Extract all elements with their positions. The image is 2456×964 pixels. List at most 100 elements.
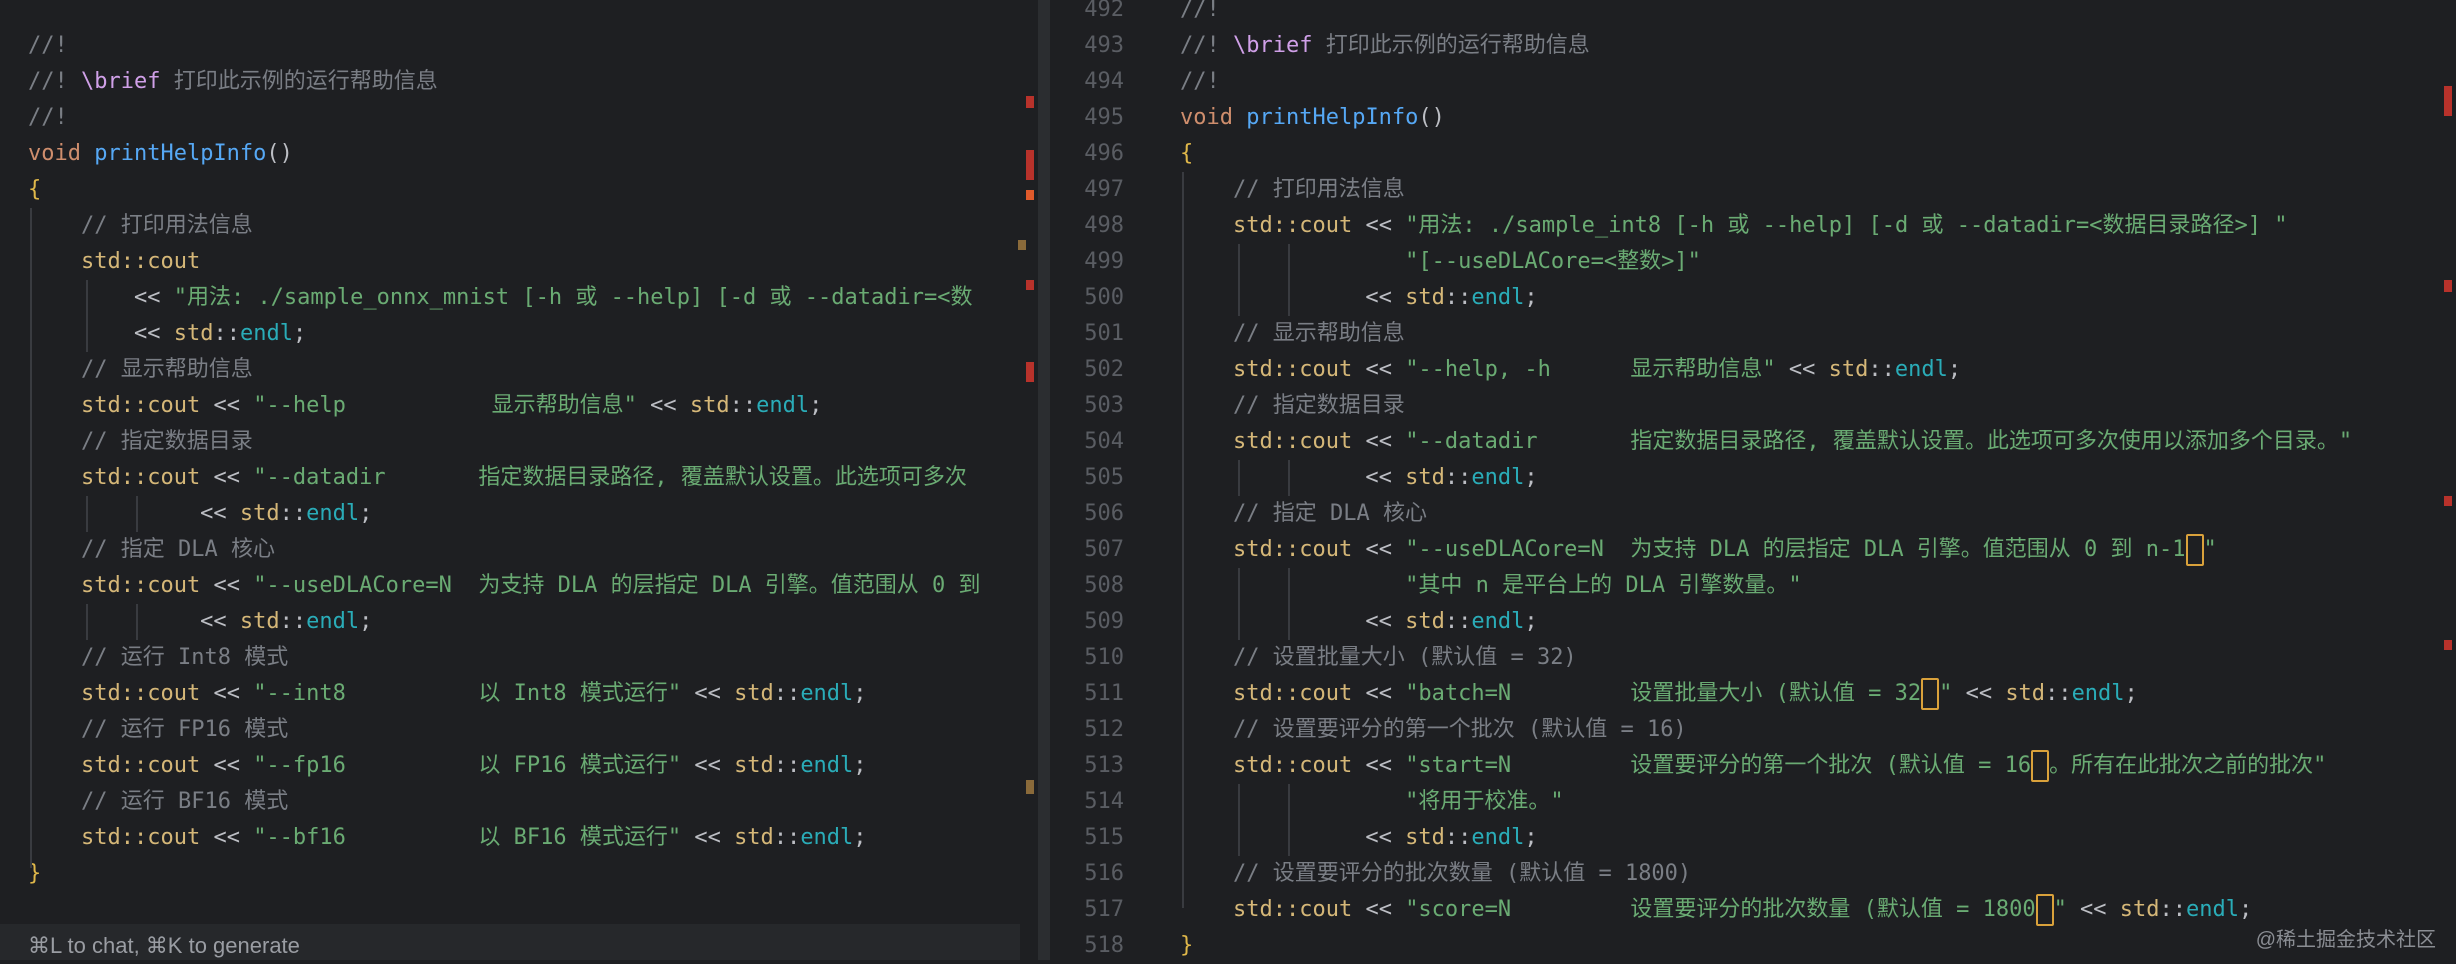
code-line[interactable]: 510 // 设置批量大小 (默认值 = 32) <box>1050 640 2456 676</box>
code-text: //! <box>1180 64 1220 100</box>
code-token: // 设置批量大小 (默认值 = 32) <box>1232 645 1577 670</box>
code-text: } <box>1180 928 1193 960</box>
code-line[interactable]: //! \brief 打印此示例的运行帮助信息 <box>0 64 1038 100</box>
code-text: std::cout << "--datadir 指定数据目录路径, 覆盖默认设置… <box>28 460 967 496</box>
code-token: std::cout <box>80 753 201 778</box>
scrollbar-marker <box>1026 96 1034 108</box>
code-token: :: <box>2159 897 2187 922</box>
code-line[interactable]: 513 std::cout << "start=N 设置要评分的第一个批次 (默… <box>1050 748 2456 784</box>
code-token: ; <box>809 393 823 418</box>
code-line[interactable]: // 运行 FP16 模式 <box>0 712 1038 748</box>
code-text: //! <box>28 28 68 64</box>
code-line[interactable]: std::cout << "--help 显示帮助信息" << std::end… <box>0 388 1038 424</box>
code-line[interactable]: // 指定 DLA 核心 <box>0 532 1038 568</box>
indent-guide <box>86 496 88 532</box>
code-line[interactable]: 499 "[--useDLACore=<整数>]" <box>1050 244 2456 280</box>
code-line[interactable]: 495 void printHelpInfo() <box>1050 100 2456 136</box>
code-line[interactable]: 500 << std::endl; <box>1050 280 2456 316</box>
pane-divider[interactable] <box>1038 0 1050 960</box>
code-token: std::cout <box>1232 429 1353 454</box>
code-text: // 指定 DLA 核心 <box>28 532 275 568</box>
code-line[interactable]: << std::endl; <box>0 604 1038 640</box>
indent-guide <box>1288 784 1290 856</box>
code-line[interactable]: 503 // 指定数据目录 <box>1050 388 2456 424</box>
code-token: :: <box>773 681 801 706</box>
code-text: << std::endl; <box>28 496 372 532</box>
code-line[interactable]: 512 // 设置要评分的第一个批次 (默认值 = 16) <box>1050 712 2456 748</box>
code-token: << <box>681 753 735 778</box>
code-token: << <box>1180 825 1406 850</box>
code-line[interactable]: { <box>0 172 1038 208</box>
scrollbar-marker <box>1026 280 1034 290</box>
code-token: std::cout <box>1232 357 1353 382</box>
code-line[interactable]: 508 "其中 n 是平台上的 DLA 引擎数量。" <box>1050 568 2456 604</box>
code-line[interactable]: 497 // 打印用法信息 <box>1050 172 2456 208</box>
code-line[interactable]: 507 std::cout << "--useDLACore=N 为支持 DLA… <box>1050 532 2456 568</box>
code-line[interactable]: void printHelpInfo() <box>0 136 1038 172</box>
code-text: << std::endl; <box>1180 460 1537 496</box>
code-line[interactable]: // 运行 Int8 模式 <box>0 640 1038 676</box>
code-line[interactable]: 517 std::cout << "score=N 设置要评分的批次数量 (默认… <box>1050 892 2456 928</box>
code-line[interactable]: 509 << std::endl; <box>1050 604 2456 640</box>
code-token: std::cout <box>1232 681 1353 706</box>
right-editor-pane[interactable]: 492//! 493//! \brief 打印此示例的运行帮助信息 494//! 49… <box>1050 0 2456 960</box>
code-token: ; <box>359 609 373 634</box>
code-line[interactable]: // 指定数据目录 <box>0 424 1038 460</box>
code-token: :: <box>1444 825 1472 850</box>
code-line[interactable]: 505 << std::endl; <box>1050 460 2456 496</box>
code-line[interactable]: 504 std::cout << "--datadir 指定数据目录路径, 覆盖… <box>1050 424 2456 460</box>
code-line[interactable]: std::cout << "--bf16 以 BF16 模式运行" << std… <box>0 820 1038 856</box>
left-editor-pane[interactable]: //!//! \brief 打印此示例的运行帮助信息//! void printH… <box>0 0 1038 960</box>
code-text: std::cout << "--useDLACore=N 为支持 DLA 的层指… <box>28 568 981 604</box>
scrollbar-track[interactable] <box>2442 0 2456 960</box>
code-line[interactable]: } <box>0 856 1038 892</box>
code-line[interactable]: std::cout << "--fp16 以 FP16 模式运行" << std… <box>0 748 1038 784</box>
scrollbar-marker <box>1026 190 1034 200</box>
code-token: << <box>2066 897 2120 922</box>
code-line[interactable]: 518} <box>1050 928 2456 960</box>
code-token: "--datadir 指定数据目录路径, 覆盖默认设置。此选项可多次 <box>253 465 967 490</box>
code-line[interactable]: << std::endl; <box>0 496 1038 532</box>
line-number: 493 <box>1084 33 1124 58</box>
code-line[interactable]: 496 { <box>1050 136 2456 172</box>
indent-guide <box>1288 460 1290 496</box>
code-line[interactable]: << "用法: ./sample_onnx_mnist [-h 或 --help… <box>0 280 1038 316</box>
indent-guide <box>1238 568 1240 640</box>
code-line[interactable]: 515 << std::endl; <box>1050 820 2456 856</box>
code-line[interactable]: // 打印用法信息 <box>0 208 1038 244</box>
line-number: 513 <box>1084 753 1124 778</box>
code-line[interactable]: 501 // 显示帮助信息 <box>1050 316 2456 352</box>
code-token: // 运行 BF16 模式 <box>80 789 289 814</box>
code-line[interactable]: 516 // 设置要评分的批次数量 (默认值 = 1800) <box>1050 856 2456 892</box>
code-line[interactable]: std::cout << "--datadir 指定数据目录路径, 覆盖默认设置… <box>0 460 1038 496</box>
code-token: << <box>1352 213 1406 238</box>
code-line[interactable]: //! <box>0 28 1038 64</box>
code-line[interactable]: 506 // 指定 DLA 核心 <box>1050 496 2456 532</box>
code-token: << <box>1352 429 1406 454</box>
code-text: << "用法: ./sample_onnx_mnist [-h 或 --help… <box>28 280 973 316</box>
code-line[interactable]: std::cout << "--useDLACore=N 为支持 DLA 的层指… <box>0 568 1038 604</box>
code-token: ; <box>359 501 373 526</box>
code-token: << <box>1180 465 1406 490</box>
code-line[interactable]: // 运行 BF16 模式 <box>0 784 1038 820</box>
code-line[interactable]: 493 //! \brief 打印此示例的运行帮助信息 <box>1050 28 2456 64</box>
code-line[interactable]: 498 std::cout << "用法: ./sample_int8 [-h … <box>1050 208 2456 244</box>
code-line[interactable]: 494 //! <box>1050 64 2456 100</box>
code-line[interactable]: 502 std::cout << "--help, -h 显示帮助信息" << … <box>1050 352 2456 388</box>
scrollbar-track[interactable] <box>1024 0 1038 960</box>
line-number: 517 <box>1084 897 1124 922</box>
code-line[interactable]: << std::endl; <box>0 316 1038 352</box>
code-line[interactable]: //! <box>0 100 1038 136</box>
code-line[interactable]: std::cout <box>0 244 1038 280</box>
code-line[interactable]: // 显示帮助信息 <box>0 352 1038 388</box>
code-line[interactable]: 514 "将用于校准。" <box>1050 784 2456 820</box>
code-line[interactable]: 511 std::cout << "batch=N 设置批量大小 (默认值 = … <box>1050 676 2456 712</box>
code-line[interactable]: 492 //! <box>1050 0 2456 28</box>
line-number: 502 <box>1084 357 1124 382</box>
code-line[interactable]: std::cout << "--int8 以 Int8 模式运行" << std… <box>0 676 1038 712</box>
